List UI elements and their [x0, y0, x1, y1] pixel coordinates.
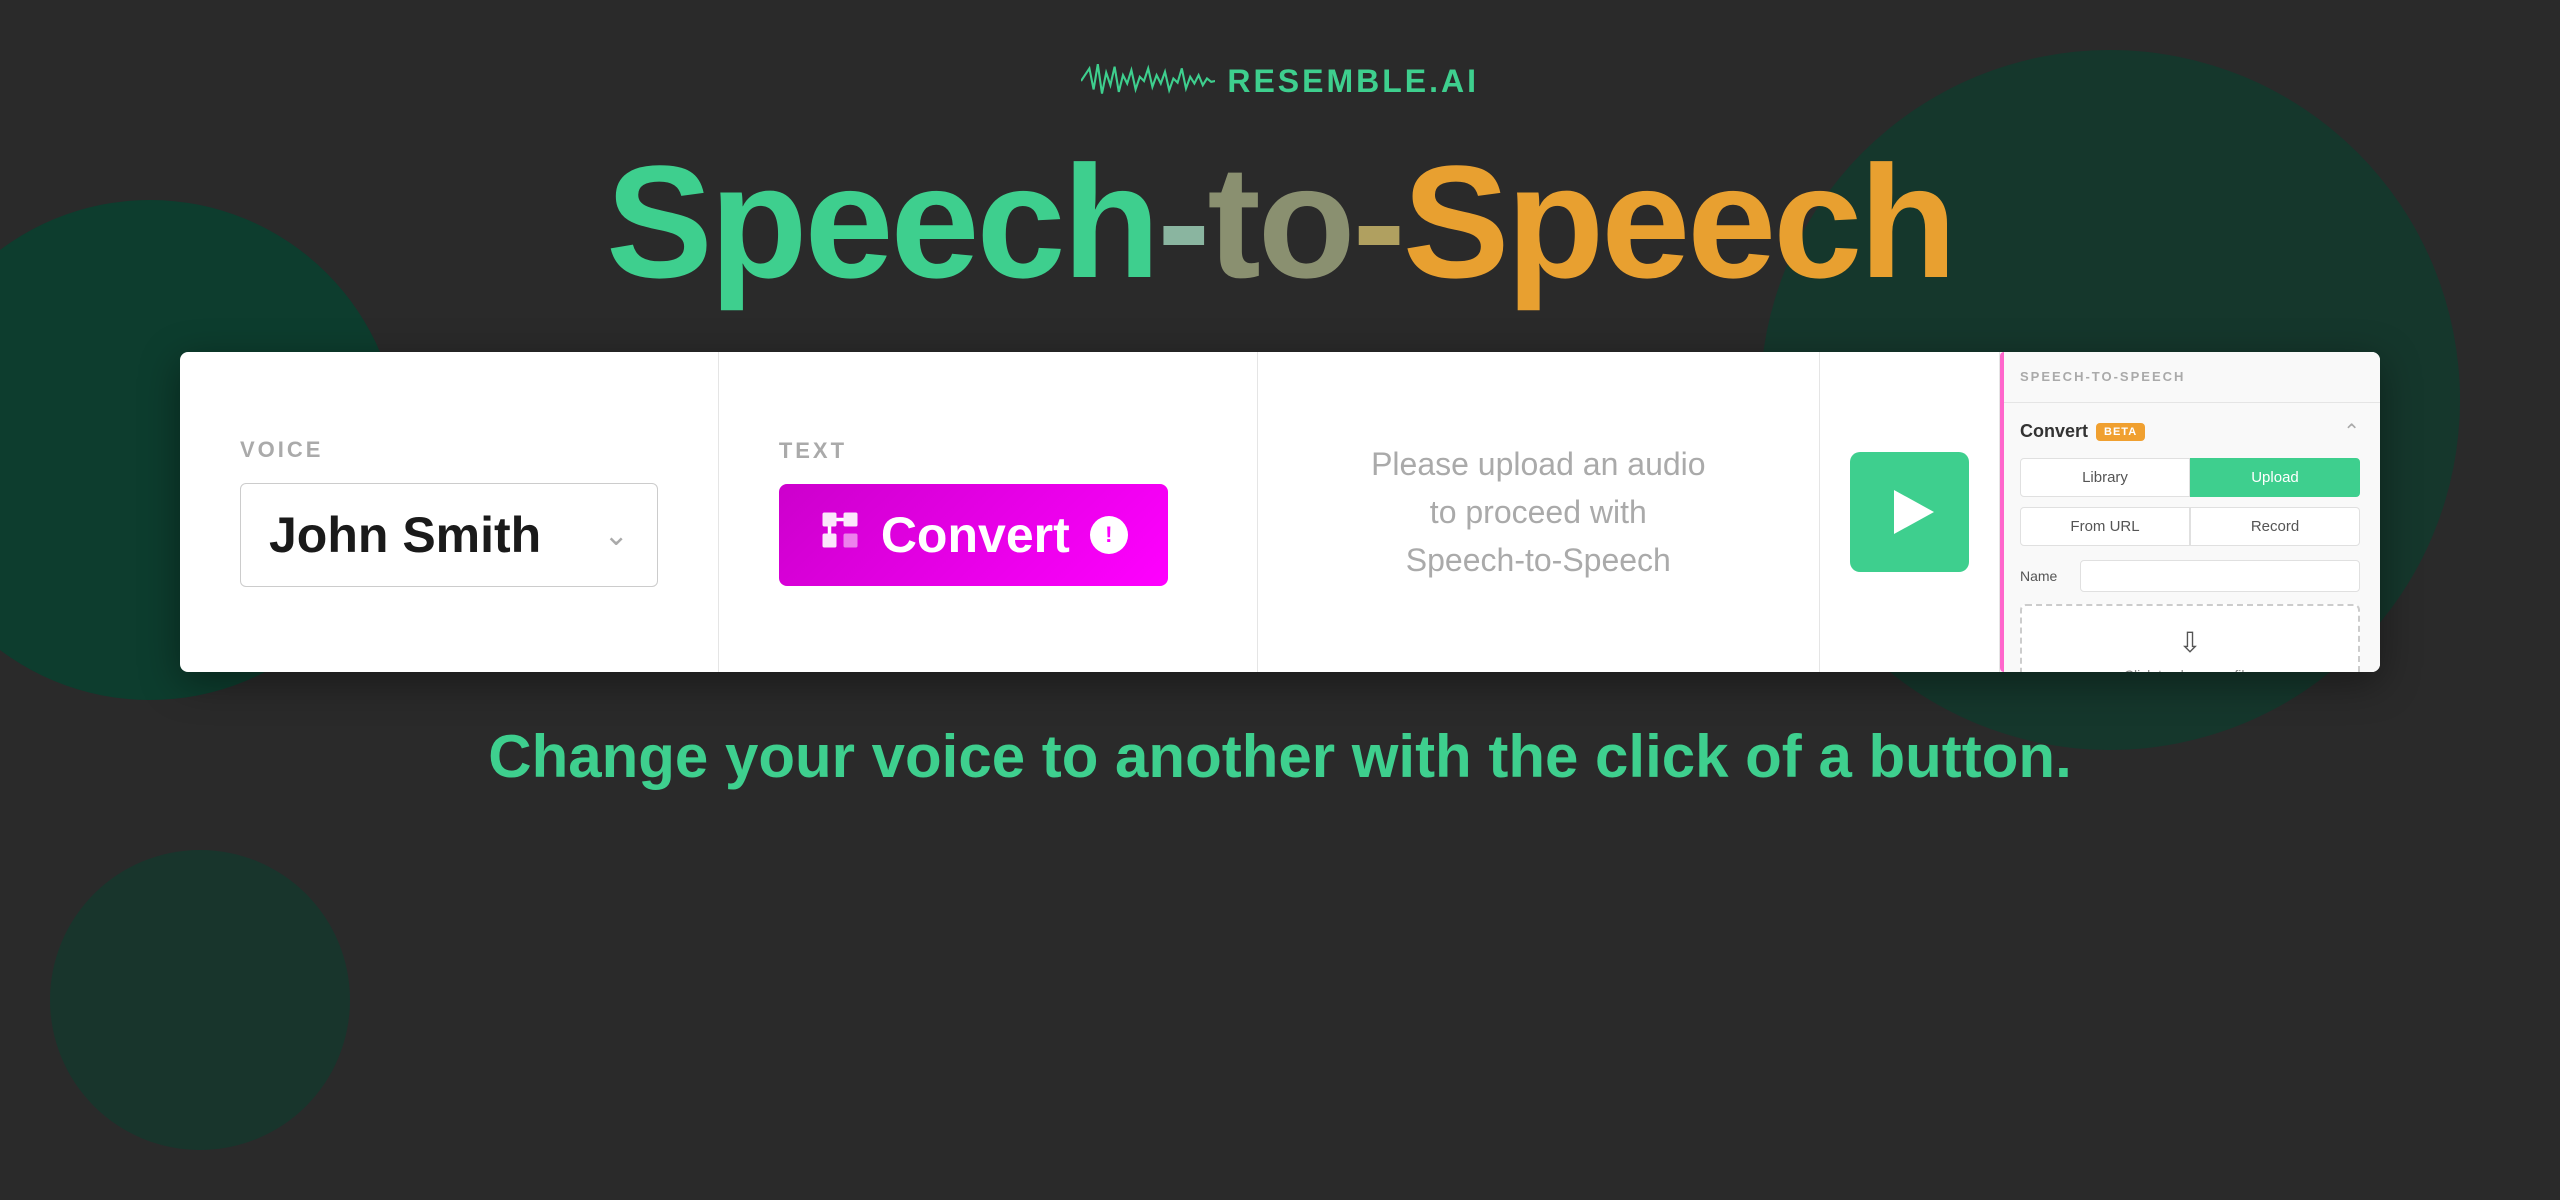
upload-area-text: Click to choose a file.: [2042, 667, 2338, 672]
collapse-icon[interactable]: ⌃: [2343, 419, 2360, 444]
tab-from-url[interactable]: From URL: [2020, 507, 2190, 546]
input-method-tabs: From URL Record: [2020, 507, 2360, 546]
text-label: TEXT: [779, 438, 847, 464]
name-input[interactable]: [2080, 560, 2360, 592]
name-label: Name: [2020, 568, 2070, 584]
alert-icon: !: [1090, 516, 1128, 554]
title-dash2: -: [1353, 132, 1403, 311]
right-panel-accent: [2000, 352, 2004, 672]
upload-message-area: Please upload an audioto proceed withSpe…: [1258, 352, 1820, 672]
right-panel-header: SPEECH-TO-SPEECH: [2000, 352, 2380, 403]
ui-panel: VOICE John Smith ⌄ TEXT: [180, 352, 2380, 672]
title-speech1: Speech: [606, 132, 1157, 311]
logo-text: RESEMBLE.AI: [1227, 63, 1479, 100]
waveform-icon: [1081, 60, 1215, 102]
voice-dropdown[interactable]: John Smith ⌄: [240, 483, 658, 587]
right-panel-body: Convert BETA ⌃ Library Upload From URL R…: [2000, 403, 2380, 672]
voice-section: VOICE John Smith ⌄: [180, 352, 719, 672]
name-row: Name: [2020, 560, 2360, 592]
main-title: Speech-to-Speech: [606, 142, 1954, 302]
upload-arrow-icon: ⇩: [2042, 626, 2338, 659]
right-panel-title: SPEECH-TO-SPEECH: [2020, 369, 2185, 384]
upload-message: Please upload an audioto proceed withSpe…: [1371, 440, 1706, 584]
title-to: to: [1207, 132, 1352, 311]
title-dash1: -: [1157, 132, 1207, 311]
tab-record[interactable]: Record: [2190, 507, 2360, 546]
tab-upload[interactable]: Upload: [2190, 458, 2360, 497]
right-panel: SPEECH-TO-SPEECH Convert BETA ⌃ Library …: [2000, 352, 2380, 672]
play-icon: [1894, 490, 1934, 534]
beta-badge: BETA: [2096, 423, 2145, 441]
tagline: Change your voice to another with the cl…: [488, 722, 2071, 791]
convert-row: Convert BETA ⌃: [2020, 419, 2360, 444]
upload-area[interactable]: ⇩ Click to choose a file.: [2020, 604, 2360, 672]
play-section: [1820, 352, 2000, 672]
upload-source-tabs: Library Upload: [2020, 458, 2360, 497]
voice-label: VOICE: [240, 437, 658, 463]
text-section: TEXT Convert !: [719, 352, 1258, 672]
convert-button[interactable]: Convert !: [779, 484, 1168, 586]
title-speech2: Speech: [1403, 132, 1954, 311]
convert-icon: [819, 509, 861, 561]
tab-library[interactable]: Library: [2020, 458, 2190, 497]
convert-text: Convert: [881, 506, 1070, 564]
play-button[interactable]: [1850, 452, 1969, 572]
header: RESEMBLE.AI: [1081, 60, 1479, 102]
chevron-down-icon: ⌄: [604, 518, 629, 553]
voice-name: John Smith: [269, 506, 541, 564]
convert-label: Convert: [2020, 421, 2088, 442]
